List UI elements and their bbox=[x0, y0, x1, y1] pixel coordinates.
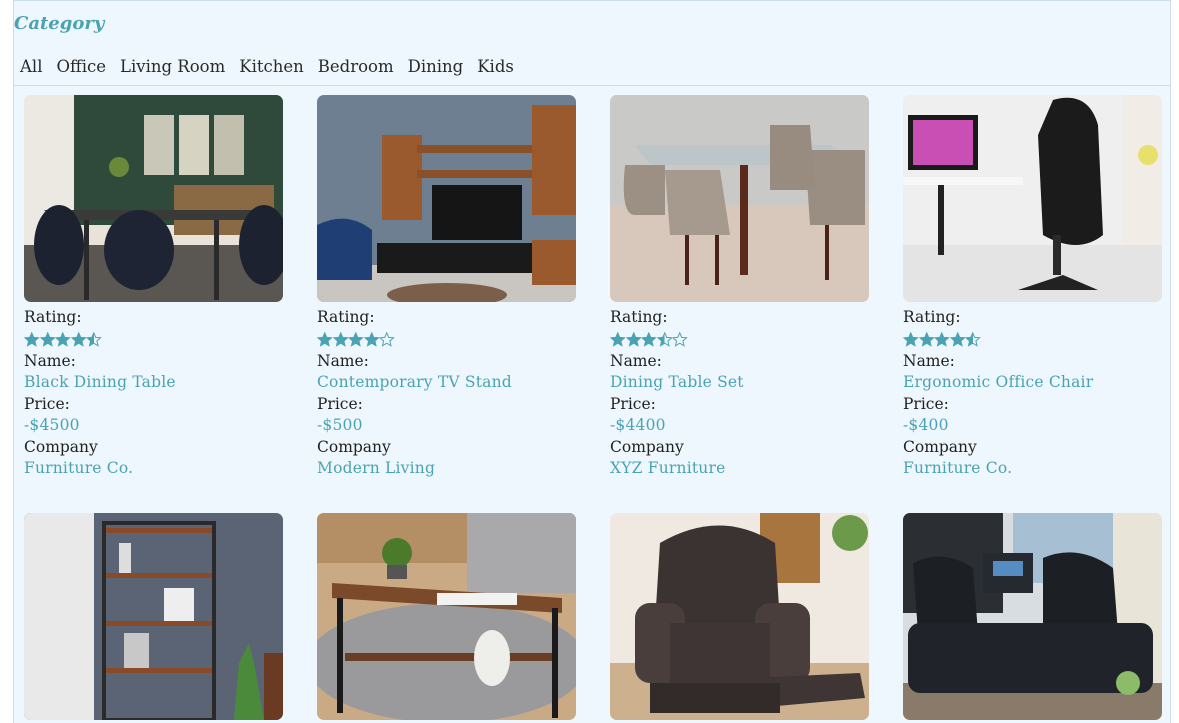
star-full-icon bbox=[903, 332, 919, 347]
product-image[interactable] bbox=[24, 95, 283, 302]
recliner-photo bbox=[610, 513, 869, 720]
product-card[interactable] bbox=[24, 513, 284, 720]
filter-dining[interactable]: Dining bbox=[408, 57, 464, 76]
product-card[interactable]: Rating: Name: Contemporary TV Stand Pric… bbox=[317, 95, 577, 480]
star-full-icon bbox=[39, 332, 55, 347]
star-empty-icon bbox=[379, 332, 395, 347]
product-image[interactable] bbox=[24, 513, 283, 720]
rating-stars bbox=[24, 329, 284, 351]
product-image[interactable] bbox=[610, 513, 869, 720]
product-card[interactable] bbox=[610, 513, 870, 720]
star-half-icon bbox=[86, 332, 102, 347]
star-full-icon bbox=[625, 332, 641, 347]
company-label: Company bbox=[903, 437, 977, 456]
filter-office[interactable]: Office bbox=[56, 57, 106, 76]
category-title: Category bbox=[14, 13, 105, 34]
company-label: Company bbox=[317, 437, 391, 456]
rating-label: Rating: bbox=[610, 308, 668, 326]
header-divider bbox=[14, 85, 1170, 86]
name-label: Name: bbox=[317, 351, 369, 370]
price-label: Price: bbox=[317, 394, 363, 413]
product-card[interactable]: Rating: Name: Dining Table Set Price: -$… bbox=[610, 95, 870, 480]
product-price: -$4400 bbox=[610, 416, 666, 434]
filter-living-room[interactable]: Living Room bbox=[120, 57, 225, 76]
glass-dining-set-photo bbox=[610, 95, 869, 302]
rating-label: Rating: bbox=[317, 308, 375, 326]
star-half-icon bbox=[965, 332, 981, 347]
company-label: Company bbox=[610, 437, 684, 456]
product-image[interactable] bbox=[903, 513, 1162, 720]
product-name[interactable]: Black Dining Table bbox=[24, 372, 284, 394]
product-company: Furniture Co. bbox=[903, 459, 1013, 477]
filter-bedroom[interactable]: Bedroom bbox=[318, 57, 394, 76]
product-card[interactable] bbox=[317, 513, 577, 720]
price-label: Price: bbox=[610, 394, 656, 413]
star-half-icon bbox=[656, 332, 672, 347]
price-label: Price: bbox=[903, 394, 949, 413]
product-company: Modern Living bbox=[317, 459, 436, 477]
price-label: Price: bbox=[24, 394, 70, 413]
star-full-icon bbox=[641, 332, 657, 347]
product-price: -$4500 bbox=[24, 416, 80, 434]
product-name[interactable]: Dining Table Set bbox=[610, 372, 870, 394]
star-full-icon bbox=[348, 332, 364, 347]
star-empty-icon bbox=[672, 332, 688, 347]
star-full-icon bbox=[317, 332, 333, 347]
star-full-icon bbox=[332, 332, 348, 347]
star-full-icon bbox=[949, 332, 965, 347]
name-label: Name: bbox=[610, 351, 662, 370]
star-full-icon bbox=[70, 332, 86, 347]
rating-stars bbox=[317, 329, 577, 351]
product-image[interactable] bbox=[317, 95, 576, 302]
product-image[interactable] bbox=[317, 513, 576, 720]
tv-stand-photo bbox=[317, 95, 576, 302]
product-image[interactable] bbox=[610, 95, 869, 302]
product-card[interactable]: Rating: Name: Black Dining Table Price: … bbox=[24, 95, 284, 480]
rating-stars bbox=[903, 329, 1163, 351]
name-label: Name: bbox=[903, 351, 955, 370]
bookshelf-photo bbox=[24, 513, 283, 720]
company-label: Company bbox=[24, 437, 98, 456]
office-chair-photo bbox=[903, 95, 1162, 302]
star-full-icon bbox=[610, 332, 626, 347]
product-name[interactable]: Contemporary TV Stand bbox=[317, 372, 577, 394]
product-card[interactable] bbox=[903, 513, 1163, 720]
filter-all[interactable]: All bbox=[20, 57, 42, 76]
product-card[interactable]: Rating: Name: Ergonomic Office Chair Pri… bbox=[903, 95, 1163, 480]
rating-label: Rating: bbox=[24, 308, 82, 326]
category-filter-bar: All Office Living Room Kitchen Bedroom D… bbox=[20, 57, 514, 76]
rating-stars bbox=[610, 329, 870, 351]
product-company: Furniture Co. bbox=[24, 459, 134, 477]
dining-room-photo bbox=[24, 95, 283, 302]
star-full-icon bbox=[934, 332, 950, 347]
product-price: -$500 bbox=[317, 416, 363, 434]
rating-label: Rating: bbox=[903, 308, 961, 326]
product-image[interactable] bbox=[903, 95, 1162, 302]
star-full-icon bbox=[363, 332, 379, 347]
filter-kids[interactable]: Kids bbox=[477, 57, 514, 76]
star-full-icon bbox=[24, 332, 40, 347]
star-full-icon bbox=[55, 332, 71, 347]
star-full-icon bbox=[918, 332, 934, 347]
filter-kitchen[interactable]: Kitchen bbox=[239, 57, 304, 76]
product-company: XYZ Furniture bbox=[610, 459, 726, 477]
leather-sofa-photo bbox=[903, 513, 1162, 720]
coffee-table-photo bbox=[317, 513, 576, 720]
name-label: Name: bbox=[24, 351, 76, 370]
product-catalog-page: Category All Office Living Room Kitchen … bbox=[13, 0, 1171, 723]
product-name[interactable]: Ergonomic Office Chair bbox=[903, 372, 1163, 394]
product-price: -$400 bbox=[903, 416, 949, 434]
